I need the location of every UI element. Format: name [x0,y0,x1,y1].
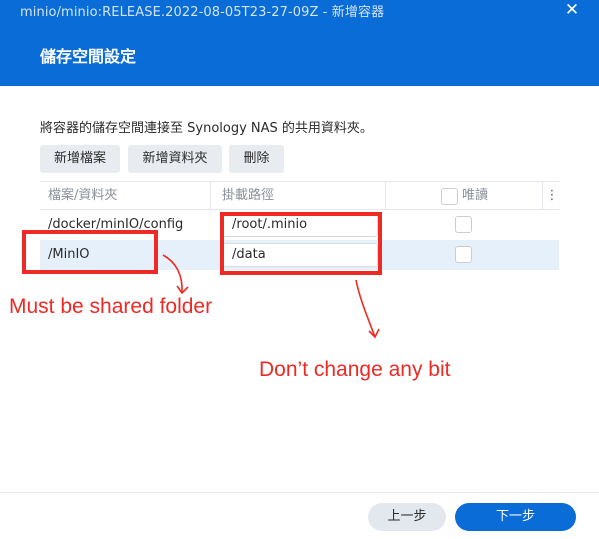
column-header-mount[interactable]: 掛載路徑 [222,182,274,210]
readonly-select-all-checkbox[interactable] [441,188,458,205]
dialog-header: minio/minio:RELEASE.2022-08-05T23-27-09Z… [0,0,599,86]
column-divider [385,182,386,210]
column-divider [210,182,211,210]
arrow-curve-2 [355,279,376,338]
volume-table: 檔案/資料夾 掛載路徑 唯讀 ⋮ /docker/minIO/config /r… [40,181,559,270]
add-folder-button[interactable]: 新增資料夾 [128,145,222,173]
column-header-readonly[interactable]: 唯讀 [462,182,488,210]
close-icon[interactable]: ✕ [562,0,582,20]
previous-step-button[interactable]: 上一步 [368,503,446,531]
footer-divider [0,492,599,493]
table-header: 檔案/資料夾 掛載路徑 唯讀 ⋮ [40,182,559,210]
section-title: 儲存空間設定 [40,47,137,66]
annotation-note-dont-change: Don’t change any bit [259,358,451,381]
readonly-checkbox[interactable] [455,246,472,263]
column-header-path[interactable]: 檔案/資料夾 [48,182,117,210]
table-row-selected[interactable]: /MinIO /data [40,240,559,270]
table-row[interactable]: /docker/minIO/config /root/.minio [40,210,559,240]
window-title: minio/minio:RELEASE.2022-08-05T23-27-09Z… [20,5,385,20]
next-step-button[interactable]: 下一步 [455,503,576,531]
delete-button[interactable]: 刪除 [229,145,284,173]
mount-path-input[interactable]: /root/.minio [222,213,378,237]
path-cell: /MinIO [48,247,90,262]
column-divider [542,182,543,210]
arrow-head-1 [176,285,189,295]
description-text: 將容器的儲存空間連接至 Synology NAS 的共用資料夾。 [40,121,373,136]
mount-path-input[interactable]: /data [222,243,378,267]
arrow-head-2 [368,328,380,339]
column-menu-icon[interactable]: ⋮ [545,182,559,210]
add-file-button[interactable]: 新增檔案 [40,145,120,173]
annotation-note-shared-folder: Must be shared folder [9,295,213,318]
readonly-checkbox[interactable] [455,216,472,233]
path-cell: /docker/minIO/config [48,217,184,232]
